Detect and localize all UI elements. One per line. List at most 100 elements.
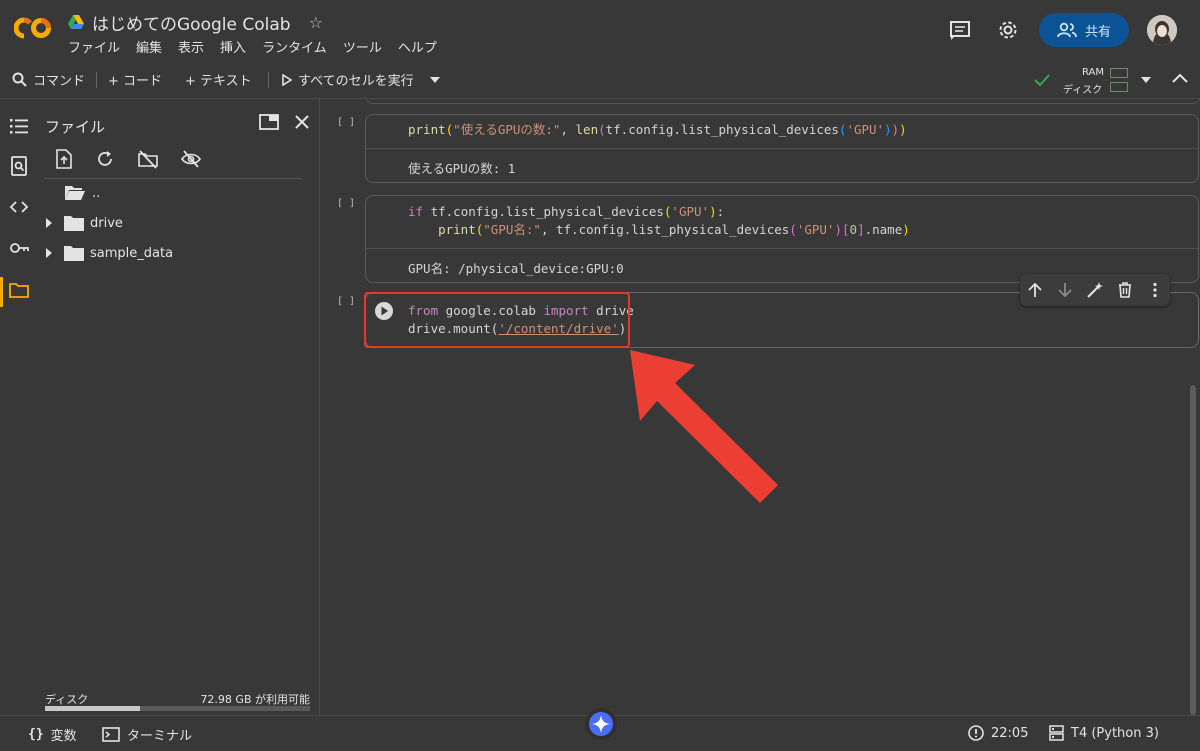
tree-item-label: .. (92, 185, 101, 201)
files-panel: ファイル .. drive sample_data ディスク 72.98 GB … (36, 99, 320, 715)
people-icon (1057, 22, 1077, 38)
menu-tools[interactable]: ツール (343, 37, 382, 56)
play-icon (282, 73, 292, 86)
ram-label: RAM (1082, 67, 1105, 78)
expand-arrow-icon[interactable] (45, 248, 53, 258)
terminal-icon (102, 727, 120, 742)
table-of-contents-icon[interactable] (9, 116, 29, 136)
share-label: 共有 (1084, 24, 1111, 40)
add-code-label: + コード (108, 74, 163, 89)
delete-icon[interactable] (1115, 280, 1135, 300)
share-button[interactable]: 共有 (1039, 13, 1129, 47)
app-header: はじめてのGoogle Colab ☆ ファイル 編集 表示 挿入 ランタイム … (0, 0, 1200, 62)
avatar[interactable] (1147, 15, 1177, 45)
cell-execution-count: [ ] (337, 198, 356, 209)
comment-icon[interactable] (949, 19, 971, 41)
scrollbar-thumb[interactable] (1190, 385, 1196, 715)
colab-logo[interactable] (14, 16, 52, 40)
disk-label-toolbar: ディスク (1063, 85, 1103, 96)
variables-label: 変数 (50, 729, 77, 744)
run-all-label: すべてのセルを実行 (298, 74, 414, 89)
google-drive-icon (68, 15, 84, 29)
command-label: コマンド (33, 74, 86, 89)
menu-edit[interactable]: 編集 (136, 37, 162, 56)
code-cell[interactable]: print("使えるGPUの数:", len(tf.config.list_ph… (365, 114, 1199, 183)
cell-output-divider (366, 248, 1198, 249)
info-icon (968, 725, 984, 741)
tree-item-parent[interactable]: .. (64, 181, 100, 205)
folder-icon (64, 215, 84, 231)
toolbar-divider (268, 72, 269, 88)
edit-icon[interactable] (1085, 280, 1105, 300)
open-in-tab-icon[interactable] (259, 114, 279, 130)
gemini-button[interactable] (585, 708, 617, 740)
server-icon (1049, 725, 1064, 741)
unmount-drive-icon[interactable] (138, 149, 158, 169)
star-icon[interactable]: ☆ (309, 13, 323, 32)
session-time[interactable]: 22:05 (968, 725, 1028, 741)
menu-bar: ファイル 編集 表示 挿入 ランタイム ツール ヘルプ (68, 37, 437, 56)
files-panel-title: ファイル (45, 118, 106, 136)
menu-file[interactable]: ファイル (68, 37, 120, 56)
ram-usage-bar[interactable] (1110, 68, 1128, 78)
cell-output-divider (366, 148, 1198, 149)
variables-icon: {} (28, 727, 44, 742)
runtime-info[interactable]: T4 (Python 3) (1049, 725, 1159, 741)
files-panel-divider (44, 178, 302, 179)
code-snippets-icon[interactable] (9, 197, 29, 217)
refresh-icon[interactable] (95, 149, 115, 169)
highlight-box (364, 292, 630, 348)
runtime-label: T4 (Python 3) (1071, 725, 1159, 741)
terminal-label: ターミナル (127, 729, 193, 744)
hide-hidden-files-icon[interactable] (181, 149, 201, 169)
disk-usage-track (45, 706, 310, 711)
find-replace-icon[interactable] (9, 156, 29, 176)
disk-usage-fill (45, 706, 141, 711)
gear-icon[interactable] (997, 19, 1019, 41)
menu-view[interactable]: 表示 (178, 37, 204, 56)
annotation-arrow (630, 350, 778, 503)
code-editor[interactable]: if tf.config.list_physical_devices('GPU'… (408, 203, 910, 239)
more-options-icon[interactable] (1145, 280, 1165, 300)
active-tab-indicator (0, 277, 3, 307)
sidebar-rail (0, 99, 36, 715)
move-up-icon[interactable] (1025, 280, 1045, 300)
add-text-button[interactable]: + テキスト (185, 70, 252, 89)
chevron-down-icon[interactable] (1141, 77, 1151, 83)
key-icon[interactable] (9, 238, 29, 258)
tree-item-label: sample_data (90, 245, 174, 261)
add-text-label: + テキスト (185, 74, 252, 89)
tree-item-sample-data[interactable]: sample_data (45, 241, 173, 265)
expand-arrow-icon[interactable] (45, 218, 53, 228)
folder-icon (64, 245, 84, 261)
terminal-button[interactable]: ターミナル (102, 725, 192, 744)
menu-runtime[interactable]: ランタイム (262, 37, 327, 56)
folder-icon[interactable] (9, 280, 29, 300)
check-icon (1034, 74, 1050, 87)
code-cell[interactable]: if tf.config.list_physical_devices('GPU'… (365, 195, 1199, 283)
chevron-up-icon[interactable] (1170, 71, 1190, 85)
add-code-button[interactable]: + コード (108, 70, 162, 89)
code-editor[interactable]: print("使えるGPUの数:", len(tf.config.list_ph… (408, 121, 907, 139)
notebook-title[interactable]: はじめてのGoogle Colab (92, 10, 291, 35)
move-down-icon[interactable] (1055, 280, 1075, 300)
menu-insert[interactable]: 挿入 (220, 37, 246, 56)
sparkle-icon (589, 712, 613, 736)
variables-button[interactable]: {} 変数 (28, 725, 77, 744)
tree-item-label: drive (90, 215, 123, 231)
menu-help[interactable]: ヘルプ (398, 37, 437, 56)
run-all-button[interactable]: すべてのセルを実行 (282, 70, 440, 89)
cell-execution-count: [ ] (337, 296, 356, 307)
disk-usage-bar[interactable] (1110, 82, 1128, 92)
disk-free-text: 72.98 GB が利用可能 (200, 693, 310, 706)
tree-item-drive[interactable]: drive (45, 211, 123, 235)
cell-output: GPU名: /physical_device:GPU:0 (408, 261, 624, 276)
time-label: 22:05 (991, 725, 1029, 741)
disk-label: ディスク (45, 693, 89, 706)
command-palette-button[interactable]: コマンド (12, 70, 85, 89)
cell-toolbar (1020, 274, 1170, 306)
chevron-down-icon[interactable] (429, 76, 440, 83)
close-icon[interactable] (294, 114, 310, 130)
upload-icon[interactable] (54, 149, 74, 169)
previous-cell-bottom (365, 99, 1200, 104)
